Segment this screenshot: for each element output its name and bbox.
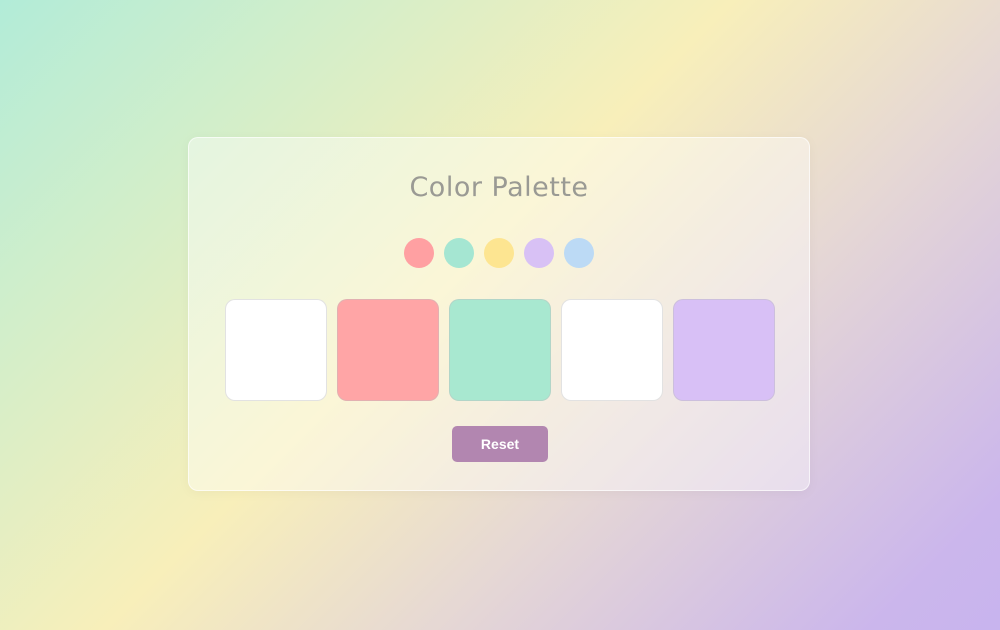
swatch-yellow[interactable] [484,238,514,268]
swatch-light-blue[interactable] [564,238,594,268]
color-slots [225,299,775,401]
color-slot-4[interactable] [561,299,663,401]
color-slot-3[interactable] [449,299,551,401]
swatch-pink[interactable] [404,238,434,268]
swatch-lavender[interactable] [524,238,554,268]
color-slot-2[interactable] [337,299,439,401]
palette-card: Color Palette Reset [188,137,810,491]
palette-swatches [189,238,809,268]
color-slot-1[interactable] [225,299,327,401]
reset-button[interactable]: Reset [452,426,548,462]
color-slot-5[interactable] [673,299,775,401]
page-title: Color Palette [409,172,589,203]
swatch-mint[interactable] [444,238,474,268]
